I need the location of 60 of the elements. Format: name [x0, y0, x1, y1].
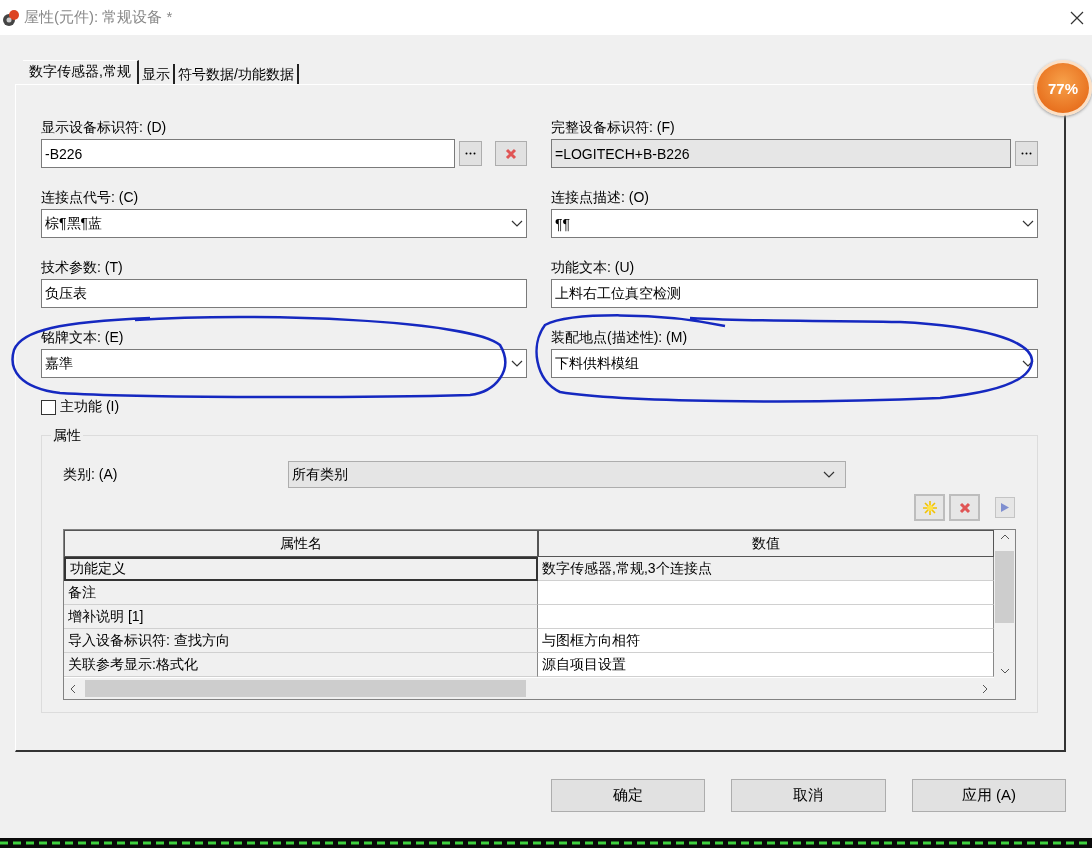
scroll-up-icon[interactable] — [999, 534, 1010, 540]
percentage-badge: 77% — [1034, 60, 1092, 116]
scroll-thumb[interactable] — [995, 551, 1014, 623]
tab[interactable]: 数字传感器,常规 — [23, 60, 139, 84]
field-label: 装配地点(描述性): (M) — [551, 329, 689, 346]
field-label: 连接点代号: (C) — [41, 189, 140, 206]
scroll-down-icon[interactable] — [999, 668, 1010, 674]
property-value-cell[interactable] — [538, 605, 994, 629]
window-title: 屋性(元件): 常规设备 * — [24, 8, 174, 27]
property-name-cell[interactable]: 关联参考显示:格式化 — [64, 653, 538, 677]
field-label: 铭牌文本: (E) — [41, 329, 125, 346]
property-name-cell[interactable]: 增补说明 [1] — [64, 605, 538, 629]
column-header[interactable]: 数值 — [538, 530, 994, 557]
combo-box[interactable]: ¶¶ — [551, 209, 1038, 238]
property-value-cell[interactable]: 与图框方向相符 — [538, 629, 994, 653]
input-field[interactable]: -B226 — [41, 139, 455, 168]
combo-box[interactable]: 棕¶黑¶蓝 — [41, 209, 527, 238]
property-value-cell[interactable]: 数字传感器,常规,3个连接点 — [538, 557, 994, 581]
checkbox[interactable] — [41, 399, 56, 415]
checkbox-label: 主功能 (I) — [60, 398, 120, 416]
dialog-button[interactable]: 应用 (A) — [911, 779, 1066, 812]
input-field[interactable]: 负压表 — [41, 279, 527, 308]
field-label: 完整设备标识符: (F) — [551, 119, 676, 136]
close-icon[interactable] — [1070, 10, 1084, 25]
property-name-cell[interactable]: 功能定义 — [64, 557, 538, 581]
combo-box[interactable]: 下料供料模组 — [551, 349, 1038, 378]
field-label: 功能文本: (U) — [551, 259, 636, 276]
dialog-button[interactable]: 取消 — [731, 779, 886, 812]
scroll-left-icon[interactable] — [70, 683, 76, 694]
property-name-cell[interactable]: 备注 — [64, 581, 538, 605]
scroll-thumb[interactable] — [85, 680, 526, 697]
combo-box[interactable]: 嘉準 — [41, 349, 527, 378]
sparkle-icon[interactable] — [914, 494, 945, 521]
ellipsis-icon[interactable] — [459, 141, 482, 166]
dropdown-caret-icon — [511, 359, 523, 368]
field-label: 技术参数: (T) — [41, 259, 124, 276]
property-value-cell[interactable] — [538, 581, 994, 605]
column-header[interactable]: 属性名 — [64, 530, 538, 557]
delete-icon[interactable] — [949, 494, 980, 521]
property-value-cell[interactable]: 源自项目设置 — [538, 653, 994, 677]
field-label: 连接点描述: (O) — [551, 189, 650, 206]
property-name-cell[interactable]: 导入设备标识符: 查找方向 — [64, 629, 538, 653]
dropdown-caret-icon — [823, 470, 835, 479]
combo-box[interactable]: 所有类别 — [288, 461, 846, 488]
input-field[interactable]: 上料右工位真空检测 — [551, 279, 1038, 308]
dropdown-caret-icon — [511, 219, 523, 228]
group-title: 属性 — [51, 427, 83, 444]
play-icon[interactable] — [995, 497, 1015, 518]
field-label: 显示设备标识符: (D) — [41, 119, 168, 136]
dialog-button[interactable]: 确定 — [551, 779, 706, 812]
input-field[interactable]: =LOGITECH+B-B226 — [551, 139, 1011, 168]
delete-icon[interactable] — [495, 141, 527, 166]
horizontal-scrollbar[interactable] — [64, 678, 994, 699]
tab[interactable]: 符号数据/功能数据 — [174, 64, 299, 84]
vertical-scrollbar[interactable] — [994, 530, 1015, 678]
dropdown-caret-icon — [1022, 219, 1034, 228]
ellipsis-icon[interactable] — [1015, 141, 1038, 166]
scroll-right-icon[interactable] — [982, 683, 988, 694]
field-label: 类别: (A) — [63, 465, 119, 484]
tab[interactable]: 显示 — [138, 64, 175, 84]
